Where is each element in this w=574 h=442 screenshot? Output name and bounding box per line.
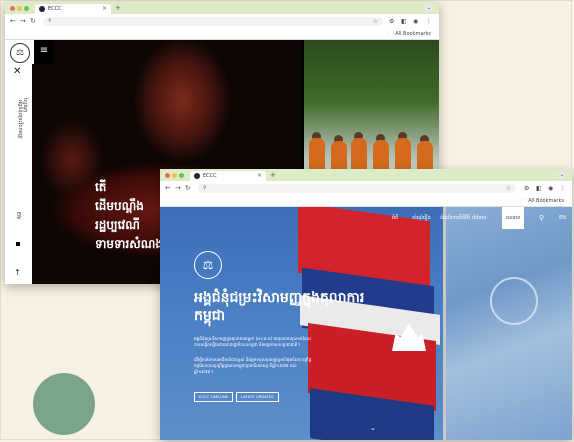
address-bar[interactable]: ⚲ ☆ — [198, 184, 516, 193]
bookmark-star-icon[interactable]: ☆ — [373, 17, 378, 26]
site-info-icon[interactable]: ⚲ — [48, 17, 52, 26]
headline-line: ទាមទារសំណង — [95, 237, 163, 251]
new-tab-icon[interactable]: + — [270, 171, 276, 179]
favicon-icon — [194, 173, 200, 179]
browser-window-2: ECCC × + ⌄ ← → ↻ ⚲ ☆ ⚙ ◧ ◉ ⋮ 🗀 All Bookm… — [160, 169, 572, 440]
forward-icon[interactable]: → — [20, 17, 26, 25]
menu-icon[interactable]: ⋮ — [560, 184, 566, 193]
favicon-icon — [39, 6, 45, 12]
address-bar[interactable]: ⚲ ☆ — [43, 17, 383, 26]
side-title: អង្គជំនុំជម្រះវិសាមញ្ញ — [17, 100, 23, 139]
hero-title: អង្គជំនុំជម្រះវិសាមញ្ញក្នុងតុលាការ កម្ពុ… — [194, 289, 364, 325]
all-bookmarks-label: All Bookmarks — [395, 31, 431, 37]
profile-icon[interactable]: ◉ — [413, 17, 418, 26]
headline: តើ ដើមបណ្តឹង រដ្ឋប្បវេណី ទាមទារសំណង — [95, 178, 163, 254]
bookmark-star-icon[interactable]: ☆ — [506, 184, 511, 193]
bookmarks-bar: 🗀 All Bookmarks — [160, 196, 572, 207]
maximize-dot[interactable] — [24, 6, 29, 11]
tab-bar: ECCC × + ⌄ — [5, 2, 439, 14]
extensions-icon[interactable]: ⚙ — [524, 184, 529, 193]
reload-icon[interactable]: ↻ — [185, 184, 191, 192]
side-panel-icon[interactable]: ◧ — [536, 184, 542, 193]
arrow-up-icon[interactable]: ↑ — [14, 268, 21, 277]
forward-icon[interactable]: → — [175, 184, 181, 192]
tab-title: ECCC — [203, 173, 217, 179]
timeline-button[interactable]: ECCC TIMELINE — [194, 392, 234, 402]
headline-line: ដើមបណ្តឹង — [95, 199, 144, 213]
back-icon[interactable]: ← — [10, 17, 16, 25]
nav-proceedings[interactable]: ដំណើរការនីតិវិធី — [440, 207, 470, 229]
site-logo[interactable]: ⚖ — [5, 40, 34, 64]
close-icon[interactable]: ✕ — [13, 66, 21, 77]
eccc-emblem-icon[interactable]: ⚖ — [194, 251, 222, 279]
nav-resources[interactable]: ធនធាន — [502, 207, 525, 229]
language-switch[interactable]: EN — [15, 212, 21, 219]
tab-bar: ECCC × + ⌄ — [160, 169, 572, 181]
search-icon[interactable]: ⚲ — [539, 207, 544, 229]
emblem-icon: ⚖ — [10, 43, 30, 63]
close-dot[interactable] — [165, 173, 170, 178]
page-content: អំពី សំណុំរឿង ដំណើរការនីតិវិធី ព័ត៌មាន ធ… — [160, 207, 572, 440]
side-panel-icon[interactable]: ◧ — [401, 17, 407, 26]
back-icon[interactable]: ← — [165, 184, 171, 192]
maximize-dot[interactable] — [179, 173, 184, 178]
menu-icon[interactable]: ⋮ — [426, 17, 432, 26]
hero-title-line: អង្គជំនុំជម្រះវិសាមញ្ញក្នុងតុលាការ — [194, 290, 365, 306]
tab-title: ECCC — [48, 6, 62, 12]
minimize-dot[interactable] — [17, 6, 22, 11]
un-emblem-icon — [490, 277, 538, 325]
nav-about[interactable]: អំពី — [392, 207, 398, 229]
nav-cases[interactable]: សំណុំរឿង — [412, 207, 431, 229]
chevron-down-icon[interactable]: ⌄ — [370, 424, 376, 432]
side-menu-panel: ✕ ស្វែងរក អង្គជំនុំជម្រះវិសាមញ្ញ EN ↑ — [5, 64, 32, 284]
headline-line: រដ្ឋប្បវេណី — [95, 218, 140, 232]
slide-indicator[interactable] — [16, 242, 20, 246]
headline-line: តើ — [95, 180, 107, 194]
latest-updates-button[interactable]: LATEST UPDATES — [236, 392, 279, 402]
all-bookmarks-label: All Bookmarks — [528, 198, 564, 204]
minimize-dot[interactable] — [172, 173, 177, 178]
new-tab-icon[interactable]: + — [115, 4, 121, 12]
browser-tab[interactable]: ECCC × — [190, 171, 266, 181]
bookmarks-bar: 🗀 All Bookmarks — [5, 29, 439, 40]
extensions-icon[interactable]: ⚙ — [389, 17, 394, 26]
site-info-icon[interactable]: ⚲ — [203, 184, 207, 193]
close-dot[interactable] — [10, 6, 15, 11]
all-bookmarks[interactable]: 🗀 All Bookmarks — [522, 197, 564, 205]
toolbar: ← → ↻ ⚲ ☆ ⚙ ◧ ◉ ⋮ — [160, 181, 572, 196]
hero-title-line: កម្ពុជា — [194, 308, 226, 324]
browser-tab[interactable]: ECCC × — [35, 4, 111, 14]
tab-menu-icon[interactable]: ⌄ — [425, 4, 433, 12]
tab-menu-icon[interactable]: ⌄ — [558, 171, 566, 179]
language-switch[interactable]: EN — [559, 207, 566, 229]
close-tab-icon[interactable]: × — [102, 4, 107, 14]
close-tab-icon[interactable]: × — [257, 171, 262, 181]
site-nav: អំពី សំណុំរឿង ដំណើរការនីតិវិធី ព័ត៌មាន ធ… — [160, 207, 572, 229]
hero-paragraph: ដើម្បីកាត់ទោសមេដឹកនាំជាន់ខ្ពស់ និងអ្នកទទ… — [194, 357, 312, 374]
toolbar: ← → ↻ ⚲ ☆ ⚙ ◧ ◉ ⋮ — [5, 14, 439, 29]
nav-news[interactable]: ព័ត៌មាន — [472, 207, 486, 229]
hero-paragraph: អង្គជំនុំជម្រះវិសាមញ្ញក្នុងតុលាការកម្ពុជ… — [194, 336, 311, 347]
reload-icon[interactable]: ↻ — [30, 17, 36, 25]
profile-icon[interactable]: ◉ — [548, 184, 553, 193]
all-bookmarks[interactable]: 🗀 All Bookmarks — [389, 30, 431, 38]
flag-pole — [443, 207, 446, 440]
hamburger-menu-icon[interactable]: ≡ — [34, 40, 54, 64]
decorative-circle — [33, 373, 95, 435]
